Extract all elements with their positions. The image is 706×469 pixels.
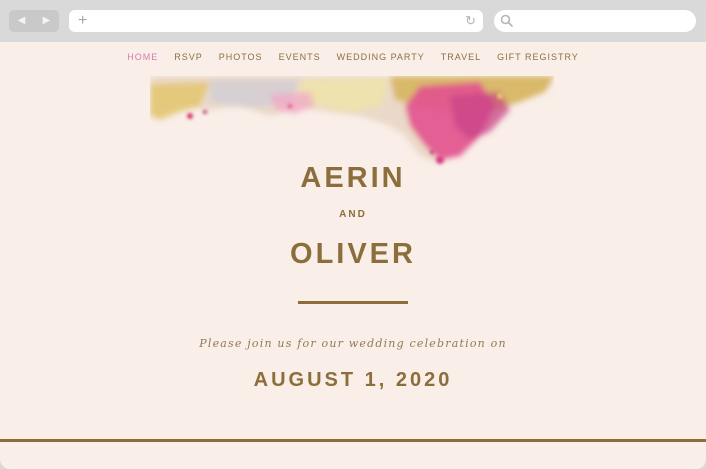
reload-icon[interactable]: ↻ — [465, 13, 476, 29]
site-navigation: HOME RSVP PHOTOS EVENTS WEDDING PARTY TR… — [0, 52, 706, 62]
forward-icon[interactable]: ▶ — [43, 16, 51, 26]
wedding-page: HOME RSVP PHOTOS EVENTS WEDDING PARTY TR… — [0, 42, 706, 469]
nav-rsvp[interactable]: RSVP — [174, 52, 203, 62]
back-icon[interactable]: ◀ — [18, 16, 26, 26]
nav-home[interactable]: HOME — [127, 52, 158, 62]
name-connector: AND — [339, 209, 367, 220]
nav-events[interactable]: EVENTS — [279, 52, 321, 62]
browser-window: ◀ ▶ + ↻ HOME RSVP PHOTOS EVENTS WEDDING … — [0, 0, 706, 469]
partner-name-2: OLIVER — [290, 238, 416, 270]
wedding-date: AUGUST 1, 2020 — [253, 369, 453, 391]
invitation-text: Please join us for our wedding celebrati… — [199, 337, 507, 350]
history-buttons: ◀ ▶ — [9, 10, 59, 32]
nav-photos[interactable]: PHOTOS — [219, 52, 263, 62]
new-tab-icon[interactable]: + — [78, 12, 87, 30]
divider-line — [298, 301, 408, 304]
browser-toolbar: ◀ ▶ + ↻ — [0, 0, 706, 42]
nav-gift-registry[interactable]: GIFT REGISTRY — [497, 52, 579, 62]
partner-name-1: AERIN — [300, 162, 406, 194]
search-field[interactable] — [494, 10, 696, 32]
search-icon — [500, 14, 513, 27]
nav-wedding-party[interactable]: WEDDING PARTY — [337, 52, 425, 62]
footer-divider — [0, 439, 706, 442]
address-bar[interactable]: + ↻ — [69, 10, 483, 32]
nav-travel[interactable]: TRAVEL — [441, 52, 481, 62]
